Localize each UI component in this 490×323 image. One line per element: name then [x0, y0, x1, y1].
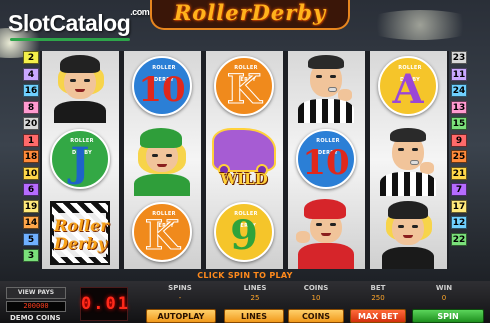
symbol-glyph: 10 [302, 143, 350, 183]
spins-label: SPINS [168, 284, 192, 292]
scatter-text: Roller Derby [54, 213, 109, 257]
coins-button[interactable]: COINS [288, 309, 344, 323]
game-stage: SlotCatalog.com RollerDerby 2 4 16 8 20 1 18 10… [0, 0, 490, 323]
payline-number[interactable]: 21 [451, 166, 467, 180]
scatter-logo: Roller Derby [50, 201, 110, 265]
referee-character [370, 124, 447, 196]
payline-number[interactable]: 15 [451, 117, 467, 130]
payline-number[interactable]: 25 [451, 150, 467, 163]
skater-character [42, 51, 119, 123]
symbol-k-orange: ROLLER DERBY K [206, 51, 283, 123]
symbol-9-yellow: ROLLER DERBY 9 [206, 197, 283, 269]
symbol-glyph: 10 [138, 70, 186, 110]
coin-value-display: 0.01 [80, 287, 128, 321]
payline-number[interactable]: 20 [23, 117, 39, 130]
payline-number[interactable]: 4 [23, 67, 39, 81]
payline-number[interactable]: 10 [23, 166, 39, 180]
view-pays-button[interactable]: VIEW PAYS [6, 287, 66, 299]
credits-display: 200000 [6, 301, 66, 312]
watermark-suffix: .com [130, 7, 150, 17]
skater-character [124, 124, 201, 196]
roller-derby-ball: ROLLER DERBY 9 [214, 202, 274, 262]
symbol-j-green: ROLLER DERBY J [42, 124, 119, 196]
watermark-brand: SlotCatalog [8, 10, 131, 36]
symbol-10-blue: ROLLER DERBY 10 [124, 51, 201, 123]
coins-value: 10 [311, 294, 321, 302]
roller-derby-ball: ROLLER DERBY 10 [296, 129, 356, 189]
game-logo-text: RollerDerby [173, 0, 327, 25]
skater-character [288, 197, 365, 269]
symbol-girl-green-helmet [124, 124, 201, 196]
symbol-a-purple: ROLLER DERBY A [370, 51, 447, 123]
reel-3: ROLLER DERBY K WILD ROLLER DERBY 9 [206, 51, 283, 269]
payline-number[interactable]: 9 [451, 133, 467, 147]
payline-number[interactable]: 1 [23, 133, 39, 147]
symbol-glyph: 9 [230, 212, 258, 259]
symbol-glyph: K [144, 212, 180, 259]
bet-label: BET [370, 284, 386, 292]
max-bet-button[interactable]: MAX BET [350, 309, 406, 323]
reel-4: ROLLER DERBY 10 [288, 51, 365, 269]
demo-coins-label: DEMO COINS [10, 314, 61, 322]
payline-number[interactable]: 7 [451, 183, 467, 196]
symbol-glyph: A [392, 66, 424, 113]
roller-derby-ball: ROLLER DERBY 10 [132, 56, 192, 116]
payline-number[interactable]: 24 [451, 84, 467, 97]
lines-label: LINES [243, 284, 267, 292]
arena-light [360, 10, 480, 40]
spin-button[interactable]: SPIN [412, 309, 484, 323]
symbol-wild-skate: WILD [206, 124, 283, 196]
watermark-underline [10, 38, 130, 41]
lines-button[interactable]: LINES [224, 309, 284, 323]
symbol-referee [288, 51, 365, 123]
payline-number[interactable]: 3 [23, 249, 39, 262]
win-value: 0 [441, 294, 447, 302]
payline-number[interactable]: 18 [23, 150, 39, 163]
payline-number[interactable]: 19 [23, 199, 39, 213]
reel-2: ROLLER DERBY 10 ROLLER DERBY K [124, 51, 201, 269]
skater-character [370, 197, 447, 269]
roller-derby-ball: ROLLER DERBY K [132, 202, 192, 262]
lines-value: 25 [250, 294, 260, 302]
autoplay-button[interactable]: AUTOPLAY [146, 309, 216, 323]
reel-1: ROLLER DERBY J Roller Derby [42, 51, 119, 269]
wild-text: WILD [220, 170, 268, 188]
coins-label: COINS [303, 284, 329, 292]
win-label: WIN [435, 284, 453, 292]
payline-number[interactable]: 2 [23, 51, 39, 64]
symbol-glyph: K [226, 66, 262, 113]
game-logo: RollerDerby [150, 0, 350, 30]
payline-number[interactable]: 13 [451, 100, 467, 114]
payline-number[interactable]: 22 [451, 232, 467, 246]
roller-derby-ball: ROLLER DERBY K [214, 56, 274, 116]
slotcatalog-watermark: SlotCatalog.com [8, 7, 150, 37]
payline-number[interactable]: 23 [451, 51, 467, 64]
payline-number[interactable]: 14 [23, 216, 39, 229]
symbol-k-orange: ROLLER DERBY K [124, 197, 201, 269]
symbol-glyph: J [70, 139, 90, 186]
reel-5: ROLLER DERBY A [370, 51, 447, 269]
payline-number[interactable]: 8 [23, 100, 39, 114]
payline-number[interactable]: 12 [451, 216, 467, 229]
roller-derby-ball: ROLLER DERBY A [378, 56, 438, 116]
status-message: CLICK SPIN TO PLAY [197, 271, 293, 280]
payline-number[interactable]: 5 [23, 232, 39, 246]
referee-character [288, 51, 365, 123]
roller-derby-ball: ROLLER DERBY J [50, 129, 110, 189]
payline-number[interactable]: 6 [23, 183, 39, 196]
symbol-girl-black-helmet [370, 197, 447, 269]
bet-value: 250 [371, 294, 385, 302]
symbol-scatter: Roller Derby [42, 197, 119, 269]
reel-area: ROLLER DERBY J Roller Derby ROLLER DERBY… [40, 51, 449, 269]
symbol-girl-black-helmet [42, 51, 119, 123]
symbol-10-blue: ROLLER DERBY 10 [288, 124, 365, 196]
payline-number[interactable]: 11 [451, 67, 467, 81]
payline-number[interactable]: 16 [23, 84, 39, 97]
symbol-girl-red-helmet [288, 197, 365, 269]
spins-value: - [178, 294, 182, 302]
symbol-referee [370, 124, 447, 196]
payline-number[interactable]: 17 [451, 199, 467, 213]
